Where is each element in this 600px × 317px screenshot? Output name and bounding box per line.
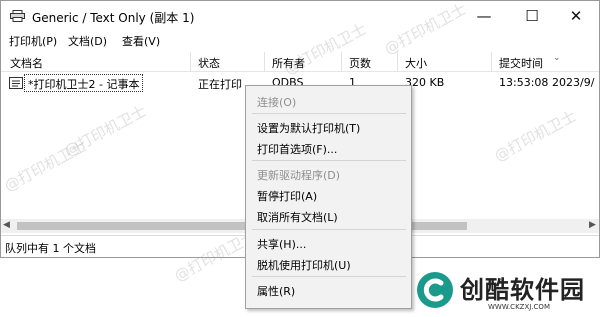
menu-separator xyxy=(252,276,406,277)
column-divider[interactable] xyxy=(264,52,265,72)
column-divider[interactable] xyxy=(190,52,191,72)
menu-item-connect: 连接(O) xyxy=(257,96,297,109)
menu-separator xyxy=(252,113,406,114)
menu-printer[interactable]: 打印机(P) xyxy=(9,33,57,49)
menu-document[interactable]: 文档(D) xyxy=(68,33,107,49)
minimize-button[interactable]: — xyxy=(461,1,507,31)
column-status[interactable]: 状态 xyxy=(198,55,220,71)
menu-item-set-default[interactable]: 设置为默认打印机(T) xyxy=(257,120,360,136)
menu-item-preferences[interactable]: 打印首选项(F)... xyxy=(257,141,337,157)
document-time: 13:53:08 xyxy=(499,76,549,89)
queue-status-text: 队列中有 1 个文档 xyxy=(5,242,96,255)
document-name[interactable]: *打印机卫士2 - 记事本 xyxy=(24,74,144,92)
scroll-left-arrow-icon[interactable]: ◀ xyxy=(3,220,10,230)
context-menu: 连接(O) 设置为默认打印机(T) 打印首选项(F)... 更新驱动程序(D) … xyxy=(245,85,412,309)
column-size[interactable]: 大小 xyxy=(405,55,427,71)
column-divider[interactable] xyxy=(341,52,342,72)
menu-separator xyxy=(252,229,406,230)
scroll-right-arrow-icon[interactable]: ▶ xyxy=(589,220,596,230)
menu-item-pause[interactable]: 暂停打印(A) xyxy=(257,188,317,204)
window-title: Generic / Text Only (副本 1) xyxy=(32,11,195,25)
column-owner[interactable]: 所有者 xyxy=(272,55,305,71)
menu-item-cancel-all[interactable]: 取消所有文档(L) xyxy=(257,209,338,225)
brand-name: 创酷软件园 xyxy=(460,276,585,304)
close-button[interactable]: ✕ xyxy=(553,1,599,31)
column-submitted[interactable]: 提交时间 xyxy=(499,55,543,71)
document-date: 2023/9/ xyxy=(552,76,595,89)
column-pages[interactable]: 页数 xyxy=(349,55,371,71)
printer-icon xyxy=(10,10,25,22)
sort-chevron-icon: ⌄ xyxy=(553,53,561,63)
menu-item-sharing[interactable]: 共享(H)... xyxy=(257,236,306,252)
column-divider[interactable] xyxy=(397,52,398,72)
menu-item-use-offline[interactable]: 脱机使用打印机(U) xyxy=(257,257,351,273)
brand-url: WWW.CKZXJ.COM xyxy=(488,303,550,311)
column-header: 文档名 状态 所有者 页数 大小 提交时间 ⌄ xyxy=(1,52,599,72)
column-divider[interactable] xyxy=(491,52,492,72)
document-icon xyxy=(9,77,23,89)
brand-logo-icon xyxy=(417,272,453,308)
menu-item-properties[interactable]: 属性(R) xyxy=(257,283,295,299)
brand-watermark: 创酷软件园 WWW.CKZXJ.COM xyxy=(400,263,590,315)
menu-separator xyxy=(252,160,406,161)
maximize-button[interactable]: ☐ xyxy=(509,1,555,31)
document-status: 正在打印 xyxy=(198,78,242,91)
menu-view[interactable]: 查看(V) xyxy=(122,33,160,49)
menu-bar: 打印机(P) 文档(D) 查看(V) xyxy=(1,31,599,51)
menu-item-update-driver: 更新驱动程序(D) xyxy=(257,169,341,182)
column-document-name[interactable]: 文档名 xyxy=(10,55,43,71)
title-bar[interactable]: Generic / Text Only (副本 1) — ☐ ✕ xyxy=(1,1,599,31)
